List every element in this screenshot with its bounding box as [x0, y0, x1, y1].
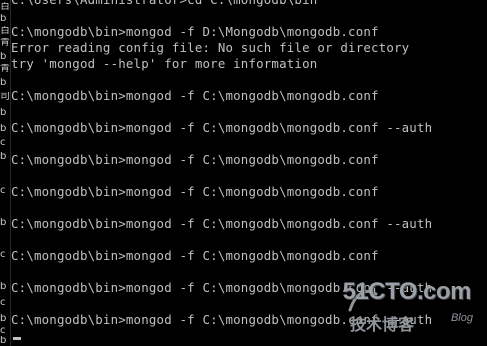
background-glyph: c	[0, 250, 6, 260]
background-glyph: c	[0, 186, 6, 196]
console-line: C:\mongodb\bin>mongod -f C:\mongodb\mong…	[11, 184, 379, 199]
background-glyph: b	[0, 124, 7, 134]
watermark-logo: 51CTO.com	[342, 278, 472, 305]
console-line: try 'mongod --help' for more information	[11, 56, 318, 71]
watermark-blog: Blog	[450, 312, 473, 324]
background-glyph: b	[0, 78, 7, 88]
console-line: C:\mongodb\bin>mongod -f D:\Mongodb\mong…	[11, 24, 379, 39]
background-glyph: b	[0, 282, 7, 292]
text-cursor	[13, 337, 21, 340]
console-line: C:\mongodb\bin>mongod -f C:\mongodb\mong…	[11, 88, 379, 103]
background-glyph: b	[0, 336, 7, 346]
background-glyph: b	[0, 52, 7, 62]
background-glyph: 百	[0, 2, 10, 12]
watermark-subtitle: 技术博客	[350, 315, 415, 334]
background-glyph: b	[0, 14, 7, 24]
console-line: Error reading config file: No such file …	[11, 40, 410, 55]
background-window-edge: 百b百青b青b司bbcbcbcbcbcb	[0, 0, 11, 346]
watermark: 51CTO.com 技术博客 Blog	[343, 278, 473, 338]
background-glyph: c	[0, 298, 6, 308]
background-glyph: 百	[0, 26, 10, 36]
console-line: C:\mongodb\bin>mongod -f C:\mongodb\mong…	[11, 216, 433, 231]
background-glyph: b	[0, 218, 7, 228]
background-glyph: b	[0, 314, 7, 324]
console-line: C:\mongodb\bin>mongod -f C:\mongodb\mong…	[11, 120, 433, 135]
background-glyph: b	[0, 152, 7, 162]
console-line: C:\mongodb\bin>mongod -f C:\mongodb\mong…	[11, 248, 379, 263]
background-glyph: c	[0, 326, 6, 336]
background-glyph: 司	[0, 92, 10, 102]
background-glyph: 青	[0, 64, 10, 74]
console-window[interactable]: 百b百青b青b司bbcbcbcbcbcb C:\Users\Administra…	[0, 0, 487, 346]
background-glyph: b	[0, 108, 7, 118]
console-line: C:\mongodb\bin>mongod -f C:\mongodb\mong…	[11, 152, 379, 167]
console-line: C:\Users\Administrator>cd C:\mongodb\bin	[11, 0, 487, 8]
background-glyph: 青	[0, 38, 10, 48]
background-glyph: c	[0, 138, 6, 148]
